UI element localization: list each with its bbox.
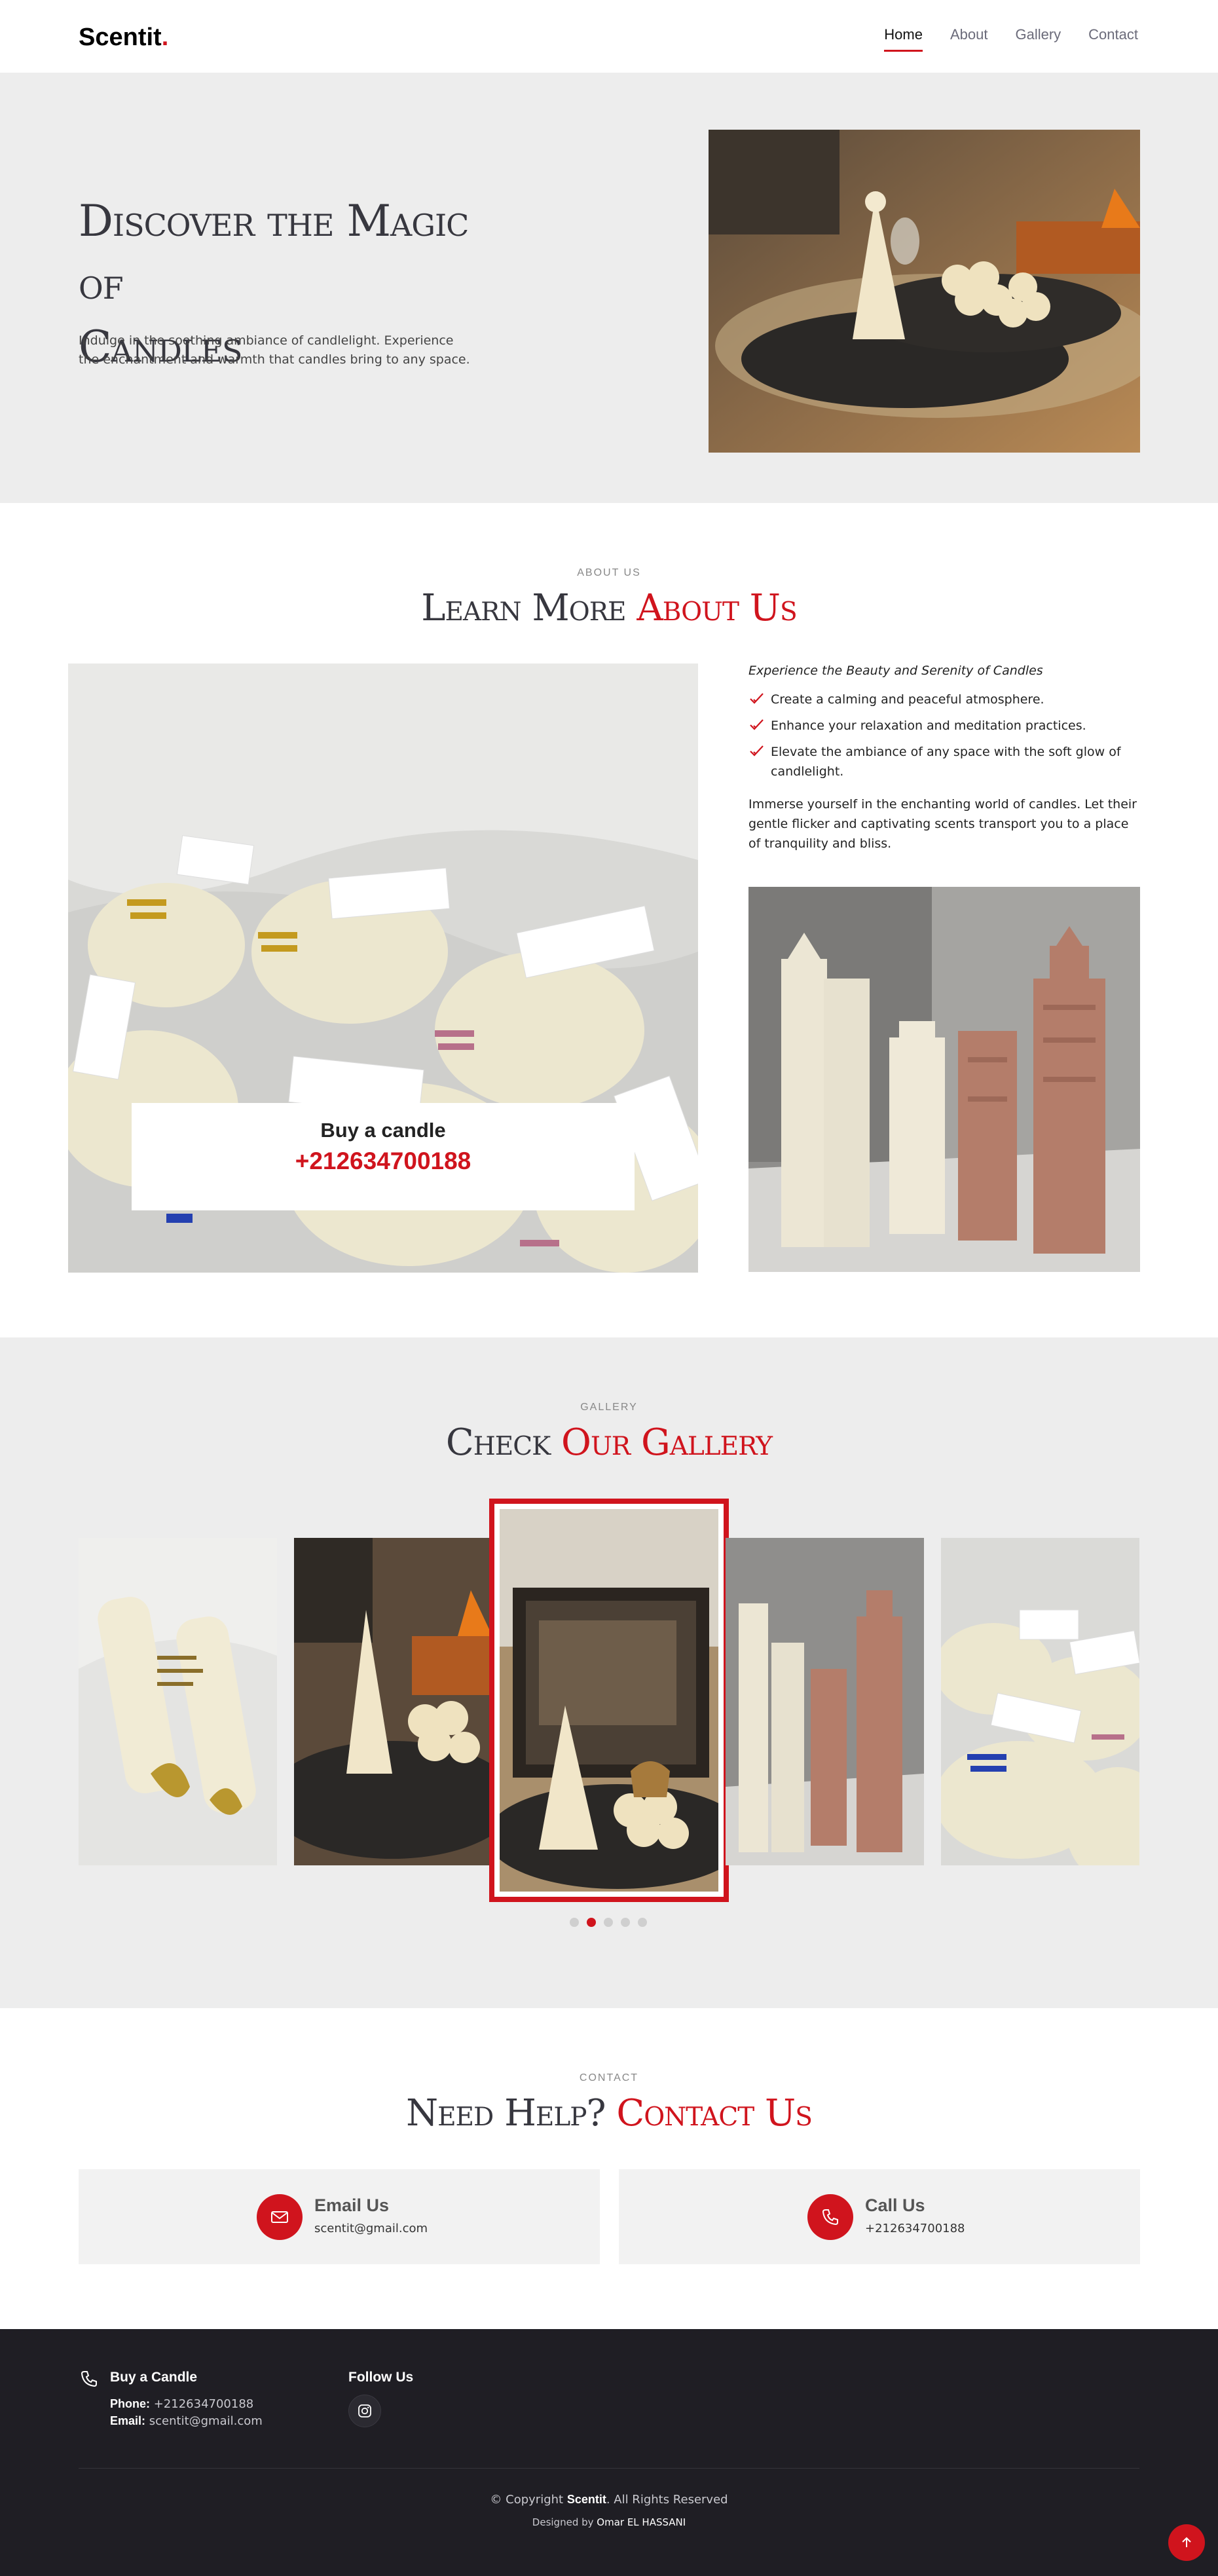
- about-paragraph: Immerse yourself in the enchanting world…: [748, 797, 1137, 851]
- gallery-image-3-active[interactable]: [489, 1499, 729, 1902]
- list-item: Enhance your relaxation and meditation p…: [748, 716, 1141, 736]
- hero-section: Discover the Magic of Candles Indulge in …: [0, 73, 1218, 503]
- footer-phone: Phone: +212634700188: [110, 2397, 254, 2411]
- about-image-towers: [748, 887, 1140, 1272]
- buy-candle-phone[interactable]: +212634700188: [132, 1148, 635, 1175]
- check-icon: [750, 693, 764, 704]
- call-card[interactable]: Call Us +212634700188: [619, 2169, 1140, 2264]
- site-footer: Buy a Candle Phone: +212634700188 Email:…: [0, 2329, 1218, 2576]
- call-title: Call Us: [865, 2195, 925, 2215]
- gallery-section: GALLERY Check Our Gallery: [0, 1337, 1218, 2008]
- contact-title: Need Help? Contact Us: [406, 2092, 813, 2135]
- phone-icon: [81, 2371, 97, 2387]
- phone-icon: [807, 2194, 853, 2240]
- main-nav: Home About Gallery Contact: [884, 26, 1138, 52]
- contact-label: CONTACT: [579, 2072, 639, 2083]
- gallery-pagination: [570, 1918, 647, 1927]
- email-title: Email Us: [314, 2195, 390, 2215]
- designed-by: Designed by Omar EL HASSANI: [532, 2516, 686, 2528]
- about-lead: Experience the Beauty and Serenity of Ca…: [748, 663, 1043, 678]
- gallery-title: Check Our Gallery: [445, 1421, 773, 1464]
- nav-home[interactable]: Home: [884, 26, 923, 52]
- envelope-icon: [257, 2194, 303, 2240]
- pagination-dot[interactable]: [638, 1918, 647, 1927]
- pagination-dot[interactable]: [604, 1918, 613, 1927]
- email-value[interactable]: scentit@gmail.com: [314, 2222, 428, 2235]
- nav-gallery[interactable]: Gallery: [1015, 26, 1061, 52]
- site-header: Scentit. Home About Gallery Contact: [0, 0, 1218, 73]
- nav-about[interactable]: About: [950, 26, 988, 52]
- buy-candle-title: Buy a candle: [320, 1119, 446, 1142]
- footer-buy-heading: Buy a Candle: [110, 2370, 198, 2385]
- site-logo[interactable]: Scentit.: [79, 24, 168, 52]
- gallery-image-5[interactable]: [941, 1538, 1139, 1865]
- pagination-dot-active[interactable]: [587, 1918, 596, 1927]
- copyright: © Copyright Scentit. All Rights Reserved: [490, 2493, 728, 2507]
- call-value[interactable]: +212634700188: [865, 2222, 965, 2235]
- footer-divider: [79, 2468, 1139, 2469]
- pagination-dot[interactable]: [570, 1918, 579, 1927]
- pagination-dot[interactable]: [621, 1918, 630, 1927]
- gallery-image-1[interactable]: [79, 1538, 277, 1865]
- footer-email: Email: scentit@gmail.com: [110, 2414, 263, 2428]
- email-card[interactable]: Email Us scentit@gmail.com: [79, 2169, 600, 2264]
- footer-follow-heading: Follow Us: [348, 2370, 414, 2385]
- nav-contact[interactable]: Contact: [1088, 26, 1138, 52]
- instagram-icon[interactable]: [348, 2395, 381, 2427]
- hero-image: [709, 130, 1140, 453]
- about-title: Learn More About Us: [421, 587, 797, 629]
- gallery-label: GALLERY: [580, 1402, 638, 1413]
- arrow-up-icon: [1182, 2537, 1191, 2547]
- about-content: Experience the Beauty and Serenity of Ca…: [748, 663, 1141, 853]
- back-to-top-button[interactable]: [1168, 2524, 1205, 2561]
- buy-candle-box: Buy a candle +212634700188: [132, 1103, 635, 1210]
- about-label: ABOUT US: [577, 567, 641, 578]
- hero-text: Indulge in the soothing ambiance of cand…: [79, 333, 470, 367]
- check-icon: [750, 719, 764, 730]
- list-item: Create a calming and peaceful atmosphere…: [748, 690, 1141, 709]
- about-points: Create a calming and peaceful atmosphere…: [748, 690, 1141, 781]
- list-item: Elevate the ambiance of any space with t…: [748, 742, 1141, 781]
- check-icon: [750, 745, 764, 756]
- gallery-image-4[interactable]: [726, 1538, 924, 1865]
- gallery-image-2[interactable]: [294, 1538, 492, 1865]
